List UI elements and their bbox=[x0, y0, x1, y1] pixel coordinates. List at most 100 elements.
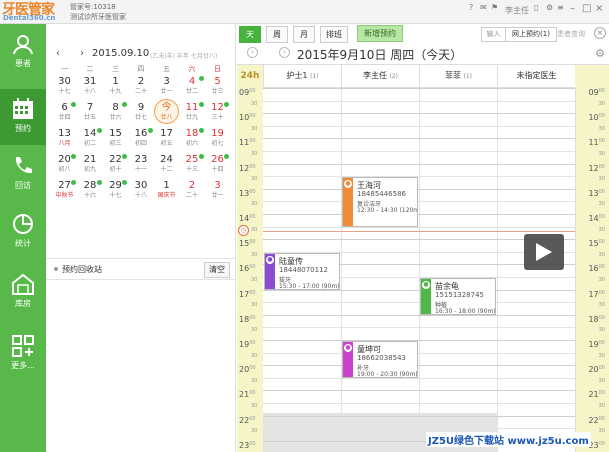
phone-small-icon[interactable]: ▯ bbox=[534, 3, 538, 12]
appointment-card[interactable]: ● 童坤可 18662038543 补牙 19:00 - 20:30 (90m) bbox=[342, 341, 418, 378]
time-slot-row[interactable]: 2100 2100 bbox=[237, 390, 609, 403]
calendar-day[interactable]: 12 三十 bbox=[205, 102, 230, 126]
sidebar-item-statistics[interactable]: 统计 bbox=[0, 204, 46, 260]
calendar-day[interactable]: 30 十七 bbox=[52, 76, 77, 100]
time-slot-row[interactable]: 1200 1200 bbox=[237, 163, 609, 177]
time-slot-row[interactable]: 30 30 bbox=[237, 352, 609, 366]
calendar-day[interactable]: 26 十四 bbox=[205, 154, 230, 178]
time-slot-row[interactable]: 30 30 bbox=[237, 327, 609, 340]
patient-search-input[interactable]: 患者查询 bbox=[557, 29, 585, 39]
recycle-label[interactable]: 预约回收站 bbox=[62, 264, 102, 275]
calendar-day[interactable]: 2 二十 bbox=[129, 76, 154, 100]
clear-button[interactable]: 清空 bbox=[204, 262, 230, 278]
calendar-day[interactable]: 20 初八 bbox=[52, 154, 77, 178]
calendar-day[interactable]: 19 初七 bbox=[205, 128, 230, 152]
calendar-day[interactable]: 22 初十 bbox=[103, 154, 128, 178]
calendar-day[interactable]: 2 二十 bbox=[180, 180, 205, 204]
maximize-icon[interactable]: □ bbox=[582, 3, 591, 14]
time-slot-row[interactable]: 30 30 bbox=[237, 100, 609, 114]
time-slot-row[interactable]: 0900 0900 bbox=[237, 88, 609, 101]
time-slot-row[interactable]: 30 30 bbox=[237, 377, 609, 391]
menu-icon[interactable]: ≡ bbox=[557, 3, 564, 12]
next-month-icon[interactable]: › bbox=[80, 48, 84, 59]
appointment-card[interactable]: ● 苗余龟 15151328745 种植 16:30 - 18:00 (90m) bbox=[420, 278, 496, 315]
sidebar-item-warehouse[interactable]: 库房 bbox=[0, 264, 46, 320]
calendar-day[interactable]: 6 廿四 bbox=[52, 102, 77, 126]
time-slot-row[interactable]: 30 30 bbox=[237, 201, 609, 214]
tab-month[interactable]: 月 bbox=[293, 26, 315, 43]
time-slot-row[interactable]: 30 30 bbox=[237, 151, 609, 164]
prev-month-icon[interactable]: ‹ bbox=[56, 48, 60, 59]
tab-week[interactable]: 周 bbox=[266, 26, 288, 43]
close-window-icon[interactable]: × bbox=[595, 3, 603, 14]
status-icon: ● bbox=[266, 255, 274, 264]
account-number: 管家号:10318 bbox=[70, 3, 116, 11]
calendar-day[interactable]: 23 十一 bbox=[129, 154, 154, 178]
next-day-icon[interactable]: › bbox=[279, 47, 290, 58]
calendar-day[interactable]: 15 初三 bbox=[103, 128, 128, 152]
calendar-day[interactable]: 18 初六 bbox=[180, 128, 205, 152]
time-slot-row[interactable]: 1300 1300 bbox=[237, 188, 609, 202]
tab-schedule[interactable]: 排班 bbox=[320, 26, 348, 43]
calendar-day[interactable]: 28 十六 bbox=[78, 180, 103, 204]
video-play-button[interactable] bbox=[524, 234, 564, 270]
time-label-right: 2100 bbox=[588, 390, 605, 400]
lunar-day: 十二 bbox=[160, 166, 173, 173]
prev-day-icon[interactable]: ‹ bbox=[247, 47, 258, 58]
sidebar-item-patients[interactable]: 患者 bbox=[0, 24, 46, 80]
close-icon[interactable]: × bbox=[594, 27, 606, 39]
calendar-day[interactable]: 17 初五 bbox=[154, 128, 179, 152]
calendar-day[interactable]: 3 廿一 bbox=[205, 180, 230, 204]
calendar-day[interactable]: 13 八月 bbox=[52, 128, 77, 152]
calendar-day[interactable]: 5 廿三 bbox=[205, 76, 230, 100]
minimize-icon[interactable]: – bbox=[570, 3, 575, 14]
time-slot-row[interactable]: 2000 2000 bbox=[237, 365, 609, 378]
calendar-day[interactable]: 27 中秋节 bbox=[52, 180, 77, 204]
time-slot-row[interactable]: 30 30 bbox=[237, 176, 609, 189]
time-slot-row[interactable]: 30 30 bbox=[237, 403, 609, 416]
calendar-day[interactable]: 25 十三 bbox=[180, 154, 205, 178]
calendar-day[interactable]: 1 十九 bbox=[103, 76, 128, 100]
time-label: 1600 bbox=[239, 264, 256, 274]
calendar-day[interactable]: 今廿八 bbox=[154, 99, 179, 126]
calendar-day[interactable]: 16 初四 bbox=[129, 128, 154, 152]
settings-small-icon[interactable]: ⚙ bbox=[546, 3, 553, 12]
sidebar-item-followup[interactable]: 回访 bbox=[0, 146, 46, 202]
calendar-day[interactable]: 4 廿二 bbox=[180, 76, 205, 100]
help-icon[interactable]: ? bbox=[469, 3, 473, 12]
time-slot-row[interactable]: 1900 1900 bbox=[237, 340, 609, 353]
day-number: 3 bbox=[214, 180, 221, 191]
calendar-day[interactable]: 8 廿六 bbox=[103, 102, 128, 126]
calendar-day[interactable]: 9 廿七 bbox=[129, 102, 154, 126]
appointment-card[interactable]: ● 王海河 18485446586 复诊洁牙 12:30 - 14:30 (120m bbox=[342, 177, 418, 227]
sidebar-item-more[interactable]: 更多... bbox=[0, 326, 46, 382]
calendar-day[interactable]: 1 国庆节 bbox=[154, 180, 179, 204]
calendar-day[interactable]: 30 十八 bbox=[129, 180, 154, 204]
gear-icon[interactable]: ⚙ bbox=[595, 47, 605, 60]
online-booking-button[interactable]: 网上预约(1) bbox=[505, 27, 557, 42]
bell-icon[interactable]: ⚑ bbox=[491, 3, 498, 12]
lunar-day: 初二 bbox=[83, 140, 96, 147]
time-slot-row[interactable]: 2200 2200 bbox=[237, 415, 609, 429]
calendar-day[interactable]: 3 廿一 bbox=[154, 76, 179, 100]
calendar-day[interactable]: 31 十八 bbox=[78, 76, 103, 100]
tab-day[interactable]: 天 bbox=[239, 26, 261, 43]
lunar-day: 廿五 bbox=[83, 114, 96, 121]
calendar-day[interactable]: 14 初二 bbox=[78, 128, 103, 152]
time-slot-row[interactable]: 1100 1100 bbox=[237, 138, 609, 151]
user-name[interactable]: 李主任 bbox=[505, 5, 529, 16]
sidebar-item-appointments[interactable]: 预约 bbox=[0, 89, 46, 145]
message-icon[interactable]: ✉ bbox=[480, 3, 487, 12]
calendar-day[interactable]: 21 初九 bbox=[78, 154, 103, 178]
new-appointment-button[interactable]: 新增预约 bbox=[357, 25, 403, 42]
time-slot-row[interactable]: 1000 1000 bbox=[237, 113, 609, 126]
24h-toggle[interactable]: 24h bbox=[237, 65, 263, 89]
time-slot-row[interactable]: 1800 1800 bbox=[237, 314, 609, 328]
calendar-day[interactable]: 24 十二 bbox=[154, 154, 179, 178]
appointment-card[interactable]: ● 陆童传 18448070112 拔牙 15:30 - 17:00 (90m) bbox=[264, 252, 340, 290]
time-slot-row[interactable]: 30 30 bbox=[237, 125, 609, 139]
calendar-day[interactable]: 11 廿九 bbox=[180, 102, 205, 126]
calendar-day[interactable]: 7 廿五 bbox=[78, 102, 103, 126]
time-slot-row[interactable]: 1400 1400 bbox=[237, 214, 609, 227]
calendar-day[interactable]: 29 十七 bbox=[103, 180, 128, 204]
